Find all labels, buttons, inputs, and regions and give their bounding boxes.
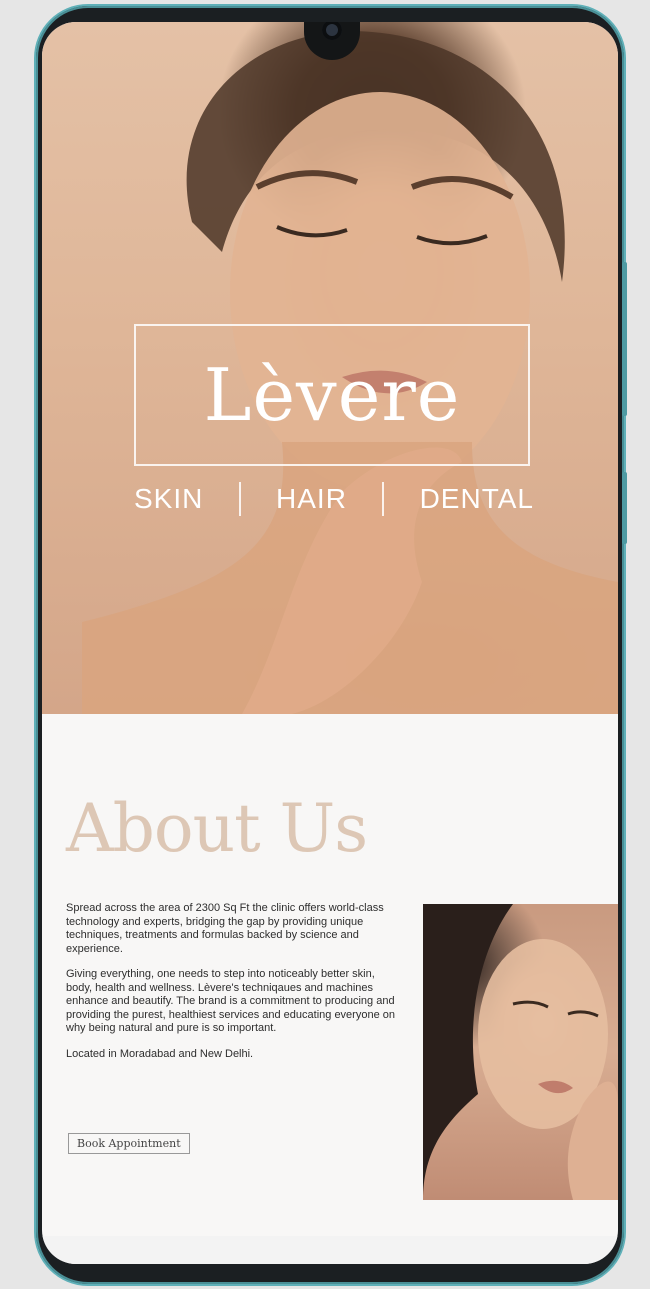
about-paragraph: Giving everything, one needs to step int… xyxy=(66,968,395,1034)
about-paragraph: Located in Moradabad and New Delhi. xyxy=(66,1047,254,1060)
service-hair: HAIR xyxy=(276,483,347,514)
divider xyxy=(382,482,385,516)
brand-logo-box: Lèvere xyxy=(134,324,530,466)
about-photo xyxy=(423,904,618,1200)
power-button xyxy=(622,472,627,544)
divider xyxy=(238,482,241,516)
services-tagline: SKIN HAIR DENTAL xyxy=(134,482,534,516)
service-skin: SKIN xyxy=(134,483,204,514)
front-camera-icon xyxy=(322,22,342,40)
about-text: Spread across the area of 2300 Sq Ft the… xyxy=(66,902,402,1073)
about-paragraph: Spread across the area of 2300 Sq Ft the… xyxy=(66,902,384,955)
screen: Lèvere SKIN HAIR DENTAL About Us Spread … xyxy=(42,22,618,1264)
hero-banner: Lèvere SKIN HAIR DENTAL xyxy=(42,22,618,714)
brand-name: Lèvere xyxy=(203,353,461,437)
bottom-bar xyxy=(42,1236,618,1264)
about-title: About Us xyxy=(66,790,368,867)
about-photo-art xyxy=(423,904,618,1200)
volume-button xyxy=(622,262,627,416)
service-dental: DENTAL xyxy=(419,483,534,514)
book-appointment-button[interactable]: Book Appointment xyxy=(68,1133,190,1154)
